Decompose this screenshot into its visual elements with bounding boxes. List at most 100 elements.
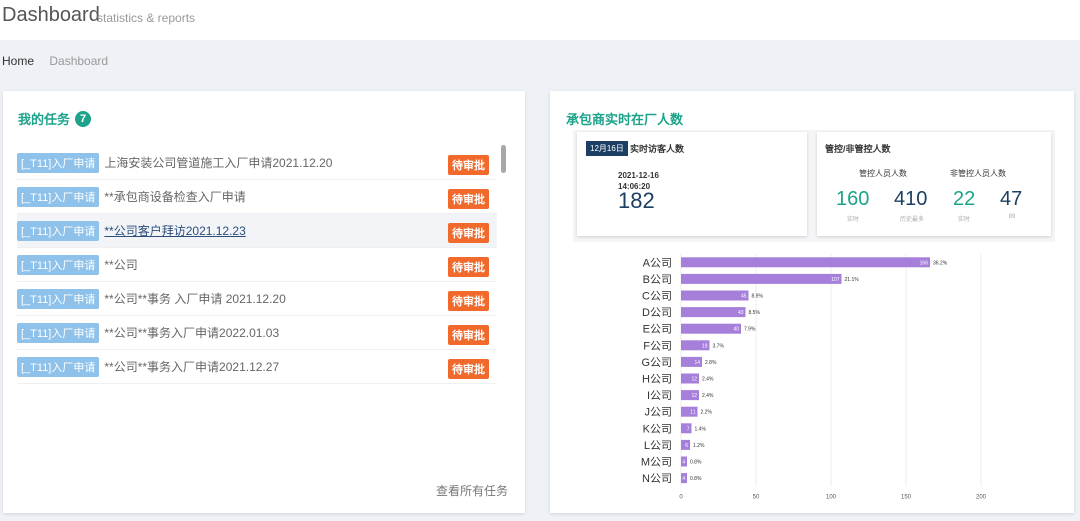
bar — [681, 290, 749, 301]
bar-percent-label: 21.1% — [845, 277, 860, 283]
bar-value-label: 4 — [682, 476, 685, 482]
category-label: F公司 — [643, 340, 672, 352]
task-row[interactable]: [_T11]入厂申请 **公司客户拜访2021.12.23 待审批 — [17, 214, 497, 248]
status-badge: 待审批 — [448, 291, 489, 311]
control-card: 管控/非管控人数 管控人员人数 非管控人员人数 160 实时 410 历史最多 … — [817, 132, 1051, 236]
task-type-tag: [_T11]入厂申请 — [17, 152, 100, 173]
bar-value-label: 19 — [702, 343, 708, 349]
category-label: M公司 — [641, 457, 672, 469]
uncontrolled-history: 47 — [1000, 188, 1023, 210]
category-label: D公司 — [642, 307, 672, 319]
category-label: J公司 — [645, 407, 673, 419]
bar — [681, 273, 842, 284]
visitor-date: 2021-12-16 — [618, 171, 659, 180]
bar-percent-label: 1.4% — [695, 426, 707, 432]
task-row[interactable]: [_T11]入厂申请 **承包商设备检查入厂申请 待审批 — [17, 180, 497, 214]
task-list: [_T11]入厂申请 上海安装公司管道施工入厂申请2021.12.20 待审批 … — [17, 146, 497, 384]
task-title[interactable]: **公司**事务入厂申请2021.12.27 — [104, 358, 279, 375]
controlled-realtime: 160 — [836, 188, 870, 210]
bar-value-label: 45 — [741, 294, 747, 300]
task-title[interactable]: **公司**事务入厂申请2022.01.03 — [104, 324, 279, 341]
page-subtitle: statistics & reports — [97, 11, 196, 25]
controlled-history: 410 — [894, 188, 928, 210]
status-badge: 待审批 — [448, 223, 489, 243]
task-type-tag: [_T11]入厂申请 — [17, 322, 100, 343]
task-title[interactable]: **公司**事务 入厂申请 2021.12.20 — [104, 290, 285, 307]
bar-percent-label: 2.8% — [705, 360, 717, 366]
status-badge: 待审批 — [448, 359, 489, 379]
category-label: A公司 — [643, 257, 672, 269]
category-label: K公司 — [643, 423, 672, 435]
uncontrolled-label: 非管控人员人数 — [950, 169, 1006, 178]
contractor-panel-title: 承包商实时在厂人数 — [566, 112, 684, 127]
category-label: N公司 — [642, 473, 672, 485]
task-row[interactable]: [_T11]入厂申请 上海安装公司管道施工入厂申请2021.12.20 待审批 — [17, 146, 497, 180]
bar — [681, 307, 746, 318]
contractor-panel: 承包商实时在厂人数 12月16日 实时访客人数 2021-12-16 14:06… — [550, 91, 1074, 513]
uncontrolled-realtime-label: 实时 — [957, 217, 970, 223]
category-label: I公司 — [647, 390, 672, 402]
bar-percent-label: 8.9% — [752, 294, 764, 300]
visitor-label: 实时访客人数 — [630, 144, 685, 154]
task-row[interactable]: [_T11]入厂申请 **公司**事务入厂申请2022.01.03 待审批 — [17, 316, 497, 350]
task-title[interactable]: 上海安装公司管道施工入厂申请2021.12.20 — [104, 154, 332, 171]
bar-value-label: 12 — [691, 393, 697, 399]
date-tag: 12月16日 — [586, 141, 628, 156]
page-title: Dashboard — [2, 4, 100, 26]
task-list-scrollbar[interactable] — [501, 145, 506, 173]
breadcrumb-home[interactable]: Home — [2, 54, 34, 68]
bar-percent-label: 0.8% — [690, 460, 702, 466]
controlled-history-label: 历史最多 — [899, 217, 924, 223]
task-row[interactable]: [_T11]入厂申请 **公司**事务 入厂申请 2021.12.20 待审批 — [17, 282, 497, 316]
task-title[interactable]: **公司 — [104, 256, 137, 273]
breadcrumb: Home Dashboard — [2, 54, 108, 68]
controlled-realtime-label: 实时 — [846, 217, 859, 223]
task-title[interactable]: **承包商设备检查入厂申请 — [104, 188, 245, 205]
task-count-badge: 7 — [75, 110, 92, 127]
x-tick-label: 150 — [901, 494, 912, 500]
bar-percent-label: 8.5% — [749, 310, 761, 316]
tasks-panel: 我的任务 7 [_T11]入厂申请 上海安装公司管道施工入厂申请2021.12.… — [3, 91, 525, 513]
bar-percent-label: 7.9% — [744, 327, 756, 333]
category-label: L公司 — [644, 440, 672, 452]
task-type-tag: [_T11]入厂申请 — [17, 220, 100, 241]
bar-value-label: 40 — [733, 327, 739, 333]
breadcrumb-current: Dashboard — [49, 54, 109, 68]
x-tick-label: 100 — [826, 494, 837, 500]
control-title: 管控/非管控人数 — [825, 144, 891, 154]
category-label: E公司 — [643, 324, 672, 336]
uncontrolled-realtime: 22 — [953, 188, 976, 210]
bar-percent-label: 3.7% — [713, 343, 725, 349]
tasks-title-text: 我的任务 — [18, 112, 71, 127]
task-title[interactable]: **公司客户拜访2021.12.23 — [104, 222, 245, 239]
bar — [681, 257, 930, 268]
company-bar-chart: 0 50 100 150 200 A公司 166 36.2% B公司 107 21.1% C公司 45 8… — [641, 254, 987, 500]
bar-percent-label: 0.8% — [690, 476, 702, 482]
task-row[interactable]: [_T11]入厂申请 **公司 待审批 — [17, 248, 497, 282]
status-badge: 待审批 — [448, 257, 489, 277]
task-row[interactable]: [_T11]入厂申请 **公司**事务入厂申请2021.12.27 待审批 — [17, 350, 497, 384]
bar — [681, 323, 741, 334]
bar-value-label: 166 — [920, 260, 929, 266]
bar-value-label: 11 — [690, 410, 695, 416]
bar-value-label: 107 — [831, 277, 840, 283]
visitor-card: 12月16日 实时访客人数 2021-12-16 14:06:20 182 — [577, 132, 807, 236]
bar-value-label: 7 — [687, 426, 690, 432]
category-label: B公司 — [643, 274, 672, 286]
x-tick-label: 0 — [679, 494, 683, 500]
x-tick-label: 50 — [753, 494, 760, 500]
status-badge: 待审批 — [448, 325, 489, 345]
category-label: H公司 — [642, 374, 672, 386]
task-type-tag: [_T11]入厂申请 — [17, 288, 100, 309]
task-type-tag: [_T11]入厂申请 — [17, 186, 100, 207]
uncontrolled-history-label: 89 — [1008, 214, 1016, 220]
view-all-tasks-link[interactable]: 查看所有任务 — [436, 482, 508, 499]
bar-value-label: 14 — [694, 360, 700, 366]
category-label: C公司 — [642, 291, 672, 303]
task-type-tag: [_T11]入厂申请 — [17, 356, 100, 377]
top-header: Dashboard statistics & reports — [0, 0, 1080, 40]
tasks-panel-title: 我的任务 7 — [18, 109, 92, 128]
category-label: G公司 — [641, 357, 672, 369]
bar-value-label: 6 — [685, 443, 688, 449]
bar-percent-label: 1.2% — [693, 443, 705, 449]
